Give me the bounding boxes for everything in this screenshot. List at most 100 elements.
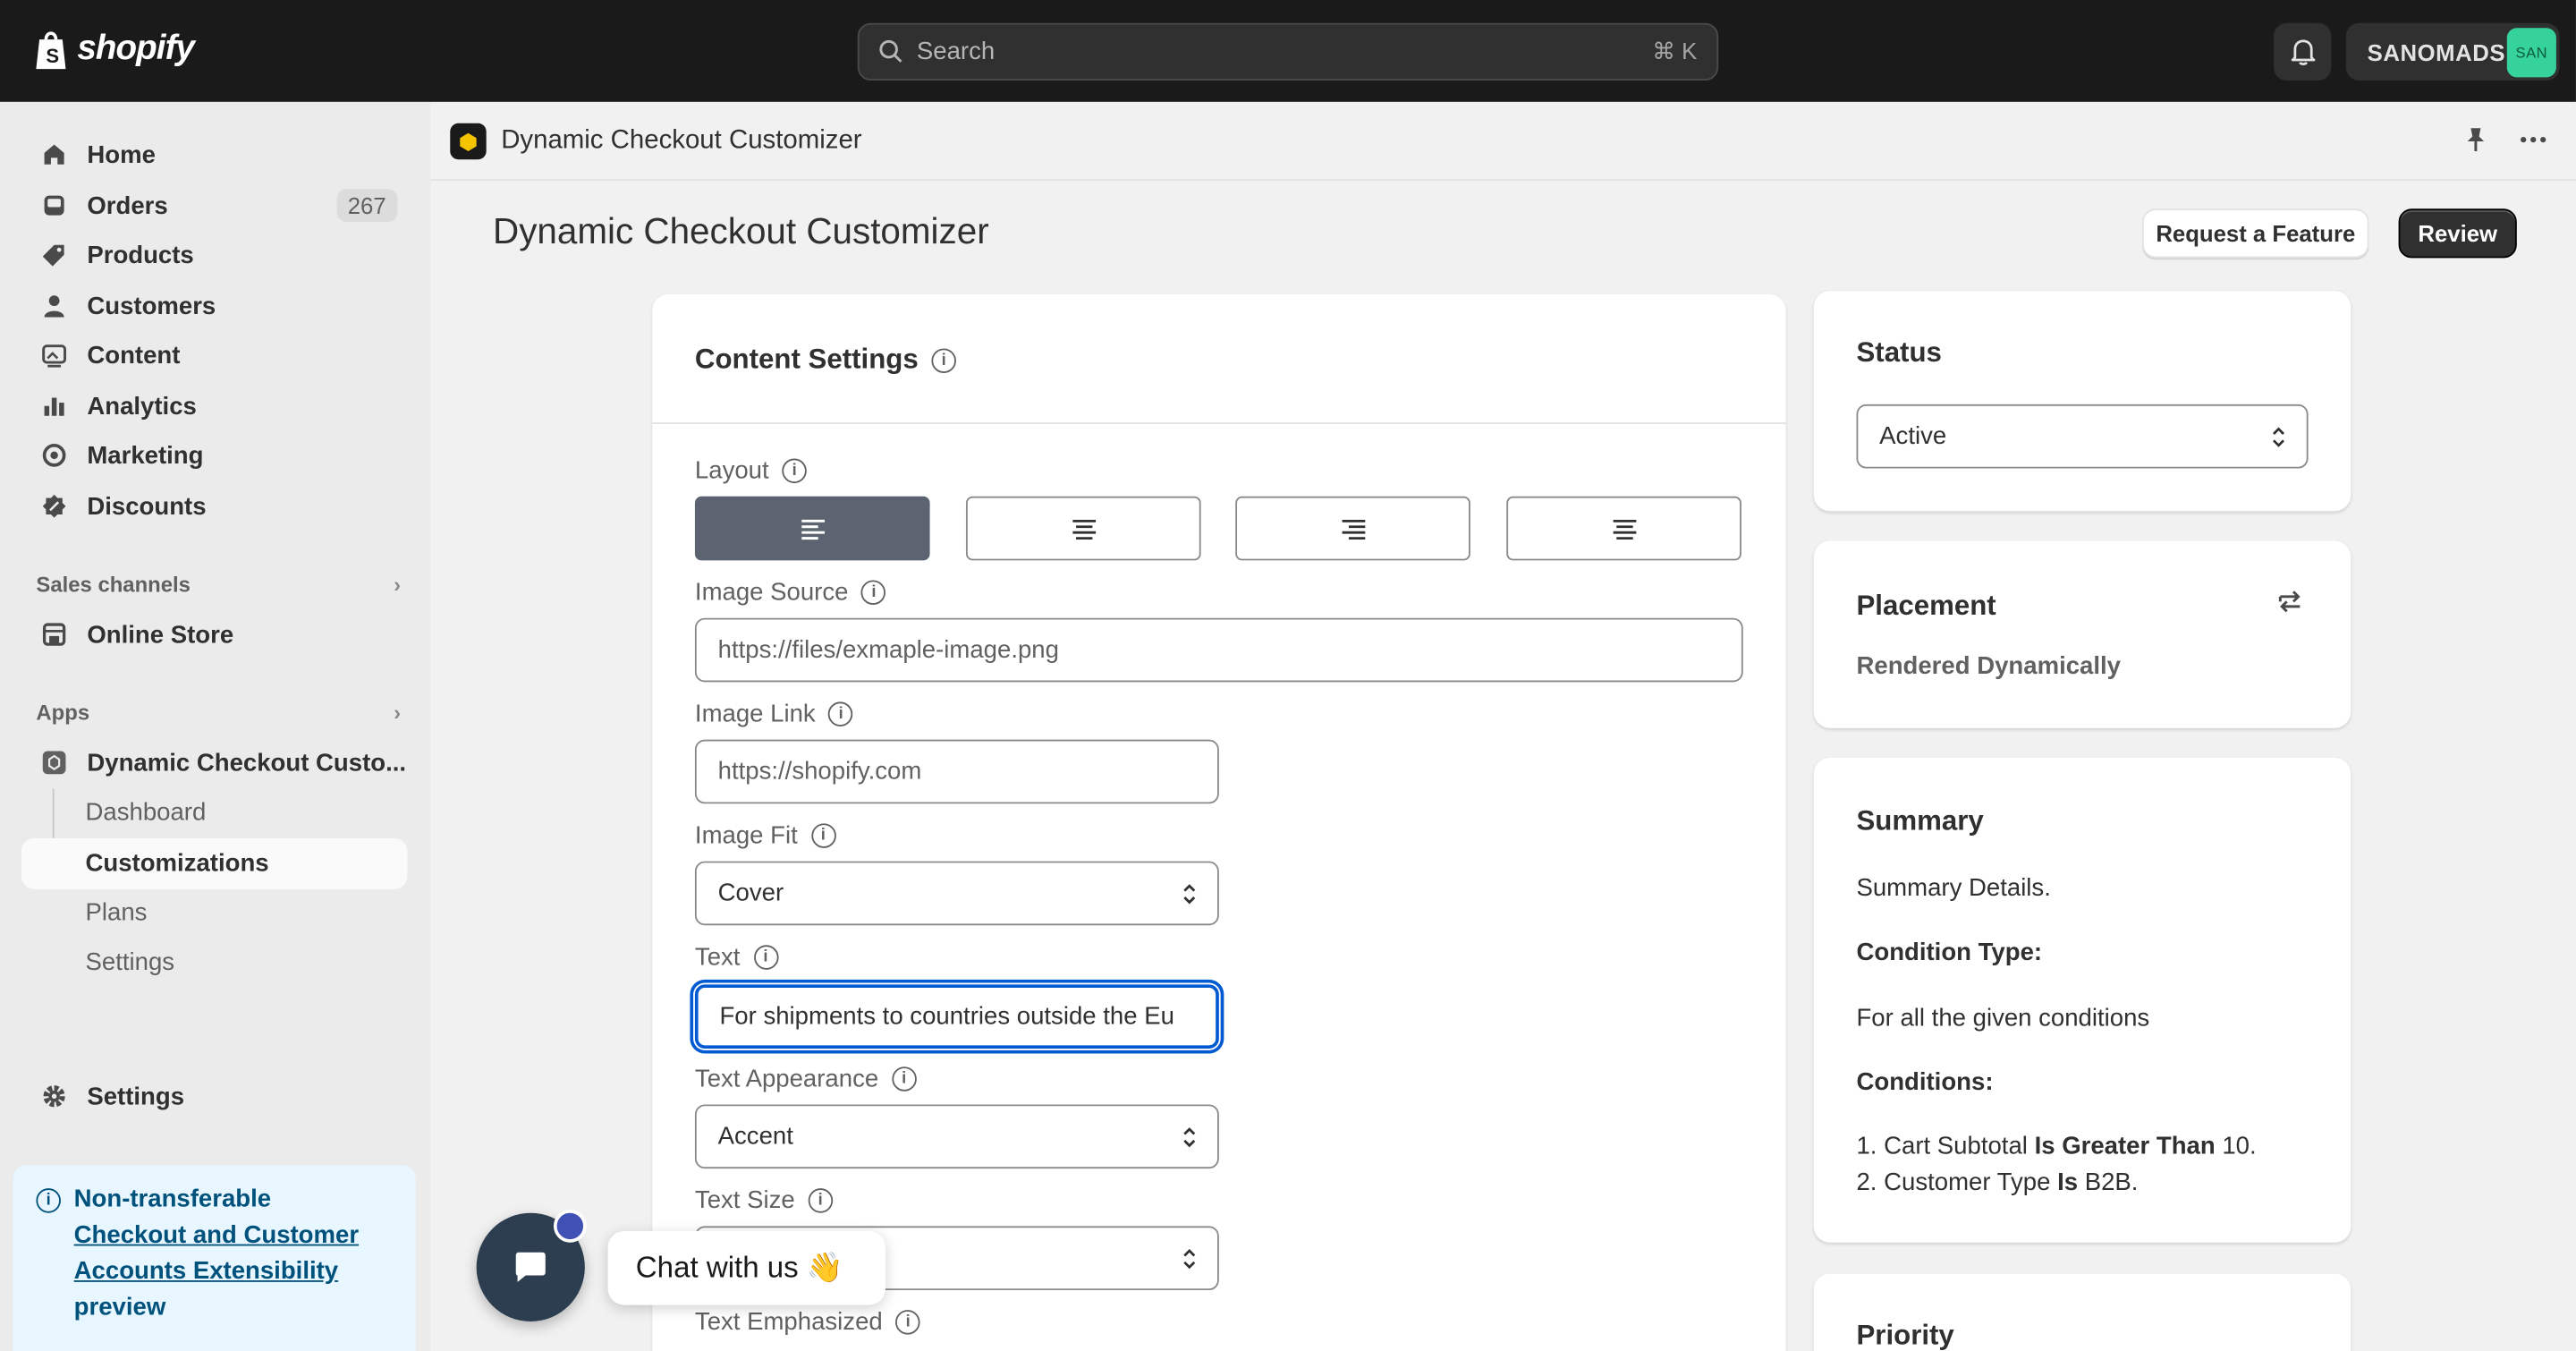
info-icon[interactable]: i <box>782 458 807 484</box>
sidebar-item-settings[interactable]: Settings <box>21 1072 408 1121</box>
status-card: Status Active <box>1813 291 2351 512</box>
tag-icon <box>41 242 67 268</box>
info-icon[interactable]: i <box>895 1310 920 1335</box>
sidebar-item-label: Discounts <box>87 492 207 521</box>
sidebar-item-label: Orders <box>87 191 168 220</box>
content-settings-header: Content Settings i <box>695 344 956 377</box>
more-options-icon[interactable] <box>2520 136 2546 143</box>
tree-line <box>52 788 55 842</box>
sidebar-item-products[interactable]: Products <box>21 230 408 279</box>
sidebar-subitem-plans[interactable]: Plans <box>86 899 148 927</box>
notifications-button[interactable] <box>2273 22 2332 81</box>
apps-section[interactable]: Apps › <box>36 701 401 726</box>
sidebar-item-online-store[interactable]: Online Store <box>21 610 408 659</box>
request-feature-button[interactable]: Request a Feature <box>2142 208 2369 259</box>
info-icon[interactable]: i <box>931 347 956 373</box>
sidebar-item-label: Online Store <box>87 620 234 649</box>
summary-details: Summary Details. <box>1856 874 2051 903</box>
layout-justify-button[interactable] <box>1506 496 1741 561</box>
info-icon[interactable]: i <box>861 580 886 606</box>
sidebar-item-label: Analytics <box>87 392 197 421</box>
sidebar-item-customers[interactable]: Customers <box>21 281 408 330</box>
bar-chart-icon <box>41 393 67 419</box>
image-link-input[interactable]: https://shopify.com <box>694 739 1219 804</box>
align-justify-icon <box>1612 519 1636 540</box>
placement-card: Placement Rendered Dynamically <box>1813 540 2351 728</box>
gear-icon <box>41 1083 67 1109</box>
layout-align-right-button[interactable] <box>1235 496 1470 561</box>
shopify-bag-icon: S <box>36 31 66 70</box>
swap-icon[interactable] <box>2275 589 2305 615</box>
pin-icon[interactable] <box>2464 126 2487 152</box>
avatar: SAN <box>2506 27 2556 77</box>
info-icon[interactable]: i <box>808 1188 833 1213</box>
page-title: Dynamic Checkout Customizer <box>493 210 989 252</box>
app-header-title: Dynamic Checkout Customizer <box>501 125 862 154</box>
info-icon[interactable]: i <box>753 945 778 970</box>
info-icon[interactable]: i <box>891 1066 917 1092</box>
text-appearance-select[interactable]: Accent <box>694 1104 1219 1169</box>
sidebar-item-app[interactable]: Dynamic Checkout Custo... <box>21 738 408 787</box>
text-label: Text i <box>695 943 778 972</box>
select-value: Active <box>1879 422 1947 451</box>
conditions-label: Conditions: <box>1856 1068 1994 1097</box>
sidebar-subitem-dashboard[interactable]: Dashboard <box>86 799 207 827</box>
sidebar-item-discounts[interactable]: Discounts <box>21 481 408 531</box>
sidebar-item-content[interactable]: Content <box>21 330 408 379</box>
align-left-icon <box>801 518 825 540</box>
discount-icon <box>41 493 67 519</box>
condition-operator: Is <box>2057 1168 2079 1197</box>
label-text: Layout <box>694 456 769 485</box>
chat-icon <box>515 1252 546 1282</box>
text-size-label: Text Size i <box>695 1186 833 1215</box>
person-icon <box>41 293 67 319</box>
extensibility-banner: i Non-transferable Checkout and Customer… <box>13 1165 416 1351</box>
sidebar-item-label: Home <box>87 140 156 169</box>
image-fit-select[interactable]: Cover <box>694 861 1219 926</box>
label-text: Image Link <box>694 700 816 728</box>
sidebar-item-label: Products <box>87 241 194 269</box>
text-emphasized-label: Text Emphasized i <box>695 1308 920 1336</box>
placement-title: Placement <box>1856 590 1996 622</box>
target-icon <box>41 442 67 468</box>
sales-channels-section[interactable]: Sales channels › <box>36 572 401 597</box>
layout-align-left-button[interactable] <box>694 496 930 561</box>
info-icon[interactable]: i <box>810 823 836 848</box>
condition-value: B2B. <box>2078 1168 2139 1197</box>
sidebar-item-analytics[interactable]: Analytics <box>21 381 408 430</box>
store-menu-button[interactable]: SANOMADS SAN <box>2345 22 2560 81</box>
search-shortcut: ⌘ K <box>1652 38 1698 64</box>
status-select[interactable]: Active <box>1856 404 2309 469</box>
info-icon[interactable]: i <box>828 701 853 726</box>
sidebar-subitem-customizations[interactable]: Customizations <box>21 837 408 889</box>
logo-text: shopify <box>77 30 195 68</box>
layout-align-center-button[interactable] <box>965 496 1201 561</box>
image-source-label: Image Source i <box>695 579 886 607</box>
sidebar-item-marketing[interactable]: Marketing <box>21 430 408 480</box>
image-icon <box>41 342 67 368</box>
condition-value: 10. <box>2215 1132 2257 1160</box>
orders-count-badge: 267 <box>335 189 398 222</box>
priority-card: Priority <box>1813 1273 2351 1351</box>
sidebar-subitem-settings[interactable]: Settings <box>86 948 175 976</box>
image-fit-label: Image Fit i <box>695 822 836 850</box>
orders-icon <box>41 192 67 218</box>
sidebar-item-label: Content <box>87 341 181 370</box>
review-button[interactable]: Review <box>2398 208 2517 259</box>
label-text: Image Source <box>694 578 849 607</box>
banner-text-end: preview <box>73 1293 166 1321</box>
sidebar-item-home[interactable]: Home <box>21 130 408 179</box>
search-input[interactable]: Search ⌘ K <box>857 22 1719 81</box>
image-source-input[interactable]: https://files/exmaple-image.png <box>694 617 1743 683</box>
condition-item: 1. Cart Subtotal Is Greater Than 10. <box>1856 1133 2256 1160</box>
sidebar-item-orders[interactable]: Orders 267 <box>21 181 408 230</box>
select-value: Accent <box>717 1122 793 1151</box>
select-arrows-icon <box>2270 425 2286 448</box>
text-input[interactable]: For shipments to countries outside the E… <box>694 984 1219 1049</box>
chat-with-us-label[interactable]: Chat with us 👋 <box>607 1230 886 1305</box>
banner-link[interactable]: Checkout and Customer Accounts Extensibi… <box>74 1221 359 1286</box>
shopify-logo[interactable]: S shopify <box>33 28 195 71</box>
section-label: Apps <box>36 700 90 726</box>
chat-notification-badge <box>553 1210 587 1243</box>
image-link-label: Image Link i <box>695 701 853 728</box>
